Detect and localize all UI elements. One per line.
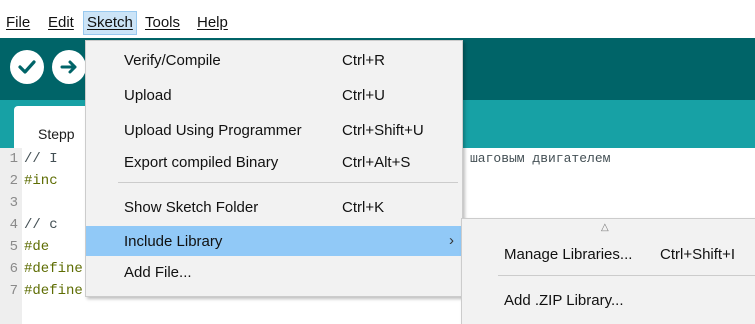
- line-number: 3: [9, 195, 18, 211]
- line-number: 2: [9, 173, 18, 189]
- menu-item-add-file[interactable]: Add File...: [86, 257, 462, 287]
- line-text: // I: [24, 151, 58, 167]
- menu-separator: [498, 275, 755, 276]
- menu-item-label: Verify/Compile: [124, 52, 221, 69]
- line-number: 1: [9, 151, 18, 167]
- menu-item-label: Export compiled Binary: [124, 154, 279, 171]
- check-icon: [18, 60, 36, 74]
- menu-sketch[interactable]: Sketch: [83, 11, 137, 35]
- line-number: 7: [9, 283, 18, 299]
- menu-item-upload[interactable]: Upload Ctrl+U: [86, 80, 462, 110]
- menu-item-label: Upload: [124, 87, 172, 104]
- chevron-right-icon: ›: [449, 232, 454, 249]
- scroll-up-icon[interactable]: △: [601, 222, 609, 233]
- line-number: 5: [9, 239, 18, 255]
- menu-item-export-compiled-binary[interactable]: Export compiled Binary Ctrl+Alt+S: [86, 147, 462, 177]
- menu-item-label: Upload Using Programmer: [124, 122, 302, 139]
- menu-item-label: Add .ZIP Library...: [504, 292, 624, 309]
- line-text: // c: [24, 217, 58, 233]
- menu-tools[interactable]: Tools: [145, 14, 180, 32]
- menu-item-show-sketch-folder[interactable]: Show Sketch Folder Ctrl+K: [86, 192, 462, 222]
- menu-bar: File Edit Sketch Tools Help: [0, 0, 755, 38]
- upload-button[interactable]: [52, 50, 86, 84]
- menu-item-shortcut: Ctrl+U: [342, 87, 385, 104]
- menu-item-manage-libraries[interactable]: Manage Libraries... Ctrl+Shift+I: [462, 239, 755, 269]
- menu-item-shortcut: Ctrl+K: [342, 199, 385, 216]
- menu-item-label: Show Sketch Folder: [124, 199, 259, 216]
- menu-item-shortcut: Ctrl+Shift+I: [660, 246, 736, 263]
- menu-separator: [118, 182, 458, 183]
- menu-item-shortcut: Ctrl+R: [342, 52, 385, 69]
- menu-item-upload-using-programmer[interactable]: Upload Using Programmer Ctrl+Shift+U: [86, 115, 462, 145]
- include-library-submenu: △ Manage Libraries... Ctrl+Shift+I Add .…: [461, 218, 755, 324]
- line-text: #inc: [24, 173, 58, 189]
- comment-tail: шаговым двигателем: [470, 151, 611, 166]
- line-number: 4: [9, 217, 18, 233]
- tab-label: Stepp: [38, 126, 75, 142]
- menu-item-add-zip-library[interactable]: Add .ZIP Library...: [462, 285, 755, 315]
- arrow-right-icon: [60, 60, 77, 74]
- line-text: #de: [24, 239, 50, 255]
- verify-button[interactable]: [10, 50, 44, 84]
- menu-item-label: Include Library: [124, 233, 223, 250]
- menu-item-shortcut: Ctrl+Shift+U: [342, 122, 424, 139]
- menu-edit[interactable]: Edit: [48, 14, 74, 32]
- sketch-menu-dropdown: Verify/Compile Ctrl+R Upload Ctrl+U Uplo…: [85, 40, 463, 297]
- menu-help[interactable]: Help: [197, 14, 228, 32]
- menu-file[interactable]: File: [6, 14, 30, 32]
- menu-item-verify-compile[interactable]: Verify/Compile Ctrl+R: [86, 45, 462, 75]
- menu-item-label: Manage Libraries...: [504, 246, 633, 263]
- menu-item-include-library[interactable]: Include Library ›: [86, 226, 462, 256]
- line-number: 6: [9, 261, 18, 277]
- menu-item-label: Add File...: [124, 264, 192, 281]
- menu-item-shortcut: Ctrl+Alt+S: [342, 154, 411, 171]
